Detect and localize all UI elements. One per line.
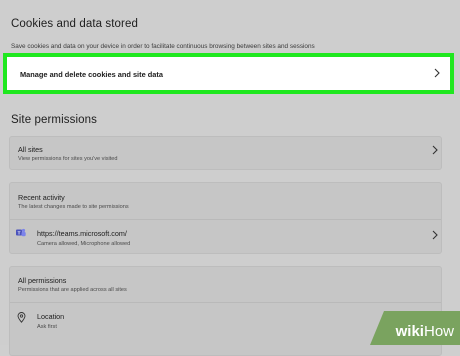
chevron-right-icon: [434, 68, 440, 78]
site-permissions-title: Site permissions: [11, 114, 97, 126]
recent-activity-sub: The latest changes made to site permissi…: [18, 204, 129, 210]
settings-page: Cookies and data stored Save cookies and…: [0, 0, 460, 356]
recent-activity-card: Recent activity The latest changes made …: [9, 182, 442, 254]
manage-cookies-label: Manage and delete cookies and site data: [20, 70, 163, 79]
watermark-wiki: wiki: [395, 323, 424, 340]
all-permissions-sub: Permissions that are applied across all …: [18, 287, 127, 293]
watermark-how: How: [423, 323, 454, 340]
chevron-right-icon: [432, 145, 438, 155]
all-permissions-label: All permissions: [18, 276, 67, 285]
cookies-description: Save cookies and data on your device in …: [11, 43, 315, 50]
location-icon: [17, 312, 26, 323]
teams-site-detail: Camera allowed, Microphone allowed: [37, 241, 131, 247]
wikihow-watermark: wikiHow: [396, 323, 454, 340]
location-label: Location: [37, 312, 65, 321]
all-sites-sub: View permissions for sites you've visite…: [18, 156, 118, 162]
chevron-right-icon: [432, 230, 438, 240]
all-sites-row[interactable]: All sites View permissions for sites you…: [9, 136, 442, 170]
teams-site-url: https://teams.microsoft.com/: [37, 229, 127, 238]
location-sub: Ask first: [37, 324, 57, 330]
teams-icon: T: [16, 228, 26, 237]
svg-text:T: T: [18, 230, 21, 235]
manage-cookies-row[interactable]: Manage and delete cookies and site data: [3, 53, 454, 94]
all-sites-label: All sites: [18, 145, 43, 154]
recent-activity-entry[interactable]: T https://teams.microsoft.com/ Camera al…: [10, 220, 441, 254]
cookies-section-title: Cookies and data stored: [11, 18, 138, 30]
recent-activity-label: Recent activity: [18, 193, 65, 202]
